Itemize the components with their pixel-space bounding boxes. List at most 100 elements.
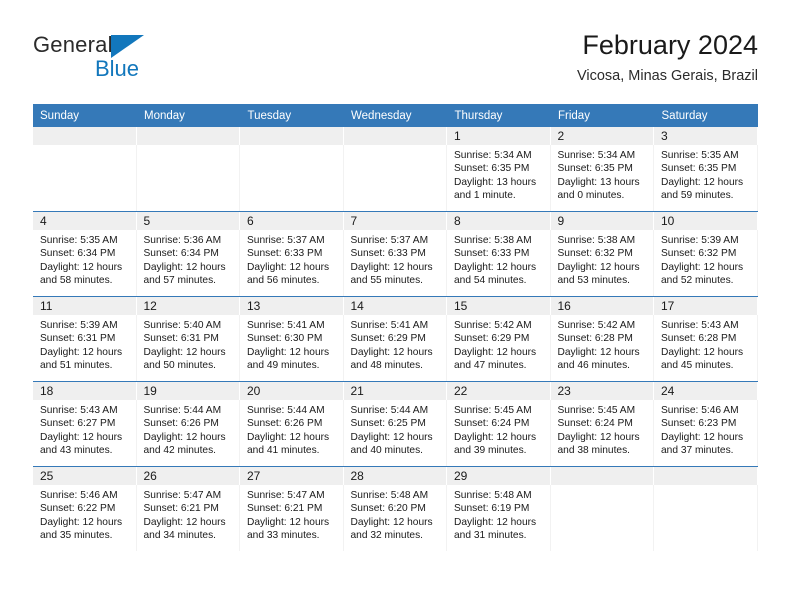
day-cell-inner: 15 Sunrise: 5:42 AM Sunset: 6:29 PM Dayligh…: [447, 297, 551, 381]
day-detail-line: Daylight: 12 hours: [661, 261, 744, 273]
day-cell-inner: 10 Sunrise: 5:39 AM Sunset: 6:32 PM Dayligh…: [654, 212, 758, 296]
day-details: [240, 145, 344, 211]
day-cell-inner: 13 Sunrise: 5:41 AM Sunset: 6:30 PM Dayligh…: [240, 297, 344, 381]
day-cell-inner: 26 Sunrise: 5:47 AM Sunset: 6:21 PM Dayligh…: [136, 467, 240, 551]
day-details: Sunrise: 5:41 AM Sunset: 6:29 PM Daylight:…: [344, 315, 447, 381]
calendar-day-cell[interactable]: 9 Sunrise: 5:38 AM Sunset: 6:32 PM Daylight…: [550, 211, 654, 297]
day-cell-inner: [240, 127, 344, 211]
calendar-day-cell[interactable]: 29 Sunrise: 5:48 AM Sunset: 6:19 PM Dayligh…: [447, 466, 551, 551]
logo-top-row: General: [33, 32, 213, 58]
calendar-header-row-group: Sunday Monday Tuesday Wednesday Thursday…: [33, 104, 758, 127]
calendar-day-cell[interactable]: 13 Sunrise: 5:41 AM Sunset: 6:30 PM Dayligh…: [240, 296, 344, 382]
calendar-week-row: 11 Sunrise: 5:39 AM Sunset: 6:31 PM Dayligh…: [33, 296, 758, 382]
weekday-header-thursday: Thursday: [447, 104, 551, 127]
day-number: 24: [654, 382, 758, 400]
day-detail-line: and 59 minutes.: [661, 190, 734, 202]
day-detail-line: Sunrise: 5:39 AM: [40, 320, 118, 331]
day-number: 7: [343, 212, 447, 230]
day-detail-line: Sunset: 6:26 PM: [247, 418, 323, 430]
day-details: Sunrise: 5:43 AM Sunset: 6:27 PM Daylight:…: [33, 400, 137, 466]
day-detail-line: Daylight: 12 hours: [143, 431, 226, 443]
day-details: Sunrise: 5:39 AM Sunset: 6:31 PM Daylight:…: [33, 315, 137, 381]
day-number: 19: [136, 382, 240, 400]
day-detail-line: Daylight: 12 hours: [143, 516, 226, 528]
day-number: 28: [343, 467, 447, 485]
day-detail-line: Sunrise: 5:48 AM: [454, 490, 532, 501]
calendar-day-cell-empty: [654, 466, 758, 551]
day-number: 21: [343, 382, 447, 400]
day-detail-line: Sunrise: 5:37 AM: [247, 235, 325, 246]
calendar-day-cell[interactable]: 27 Sunrise: 5:47 AM Sunset: 6:21 PM Dayligh…: [240, 466, 344, 551]
weekday-header-tuesday: Tuesday: [240, 104, 344, 127]
day-detail-line: Daylight: 12 hours: [661, 346, 744, 358]
day-detail-line: Sunset: 6:23 PM: [661, 418, 737, 430]
day-detail-line: Daylight: 12 hours: [247, 516, 330, 528]
calendar-day-cell[interactable]: 1 Sunrise: 5:34 AM Sunset: 6:35 PM Daylight…: [447, 127, 551, 212]
day-number: 16: [550, 297, 654, 315]
day-detail-line: Sunset: 6:21 PM: [247, 503, 323, 515]
calendar-day-cell[interactable]: 2 Sunrise: 5:34 AM Sunset: 6:35 PM Daylight…: [550, 127, 654, 212]
weekday-header-row: Sunday Monday Tuesday Wednesday Thursday…: [33, 104, 758, 127]
day-number: 14: [343, 297, 447, 315]
day-detail-line: Daylight: 12 hours: [40, 516, 123, 528]
calendar-day-cell[interactable]: 22 Sunrise: 5:45 AM Sunset: 6:24 PM Dayligh…: [447, 381, 551, 467]
day-cell-inner: 20 Sunrise: 5:44 AM Sunset: 6:26 PM Dayligh…: [240, 382, 344, 466]
calendar-day-cell[interactable]: 19 Sunrise: 5:44 AM Sunset: 6:26 PM Dayligh…: [136, 381, 240, 467]
day-detail-line: and 48 minutes.: [350, 360, 424, 372]
day-detail-line: Daylight: 12 hours: [143, 346, 226, 358]
day-number: 13: [240, 297, 344, 315]
calendar-day-cell[interactable]: 16 Sunrise: 5:42 AM Sunset: 6:28 PM Dayligh…: [550, 296, 654, 382]
calendar-day-cell[interactable]: 20 Sunrise: 5:44 AM Sunset: 6:26 PM Dayligh…: [240, 381, 344, 467]
calendar-day-cell[interactable]: 17 Sunrise: 5:43 AM Sunset: 6:28 PM Dayligh…: [654, 296, 758, 382]
weekday-header-monday: Monday: [136, 104, 241, 127]
day-number: [343, 127, 447, 145]
day-detail-line: Sunset: 6:29 PM: [454, 333, 530, 345]
day-detail-line: Sunrise: 5:47 AM: [247, 490, 325, 501]
calendar-day-cell[interactable]: 7 Sunrise: 5:37 AM Sunset: 6:33 PM Daylight…: [343, 211, 447, 297]
day-detail-line: Daylight: 12 hours: [454, 346, 537, 358]
calendar-day-cell[interactable]: 5 Sunrise: 5:36 AM Sunset: 6:34 PM Daylight…: [136, 211, 240, 297]
day-detail-line: Sunrise: 5:43 AM: [661, 320, 739, 331]
day-cell-inner: 16 Sunrise: 5:42 AM Sunset: 6:28 PM Dayligh…: [550, 297, 654, 381]
calendar-day-cell[interactable]: 25 Sunrise: 5:46 AM Sunset: 6:22 PM Dayligh…: [33, 466, 137, 551]
day-detail-line: Daylight: 12 hours: [454, 431, 537, 443]
day-number: 27: [240, 467, 344, 485]
calendar-day-cell[interactable]: 4 Sunrise: 5:35 AM Sunset: 6:34 PM Daylight…: [33, 211, 137, 297]
day-detail-line: Daylight: 12 hours: [247, 346, 330, 358]
day-number: 6: [240, 212, 344, 230]
day-cell-inner: 2 Sunrise: 5:34 AM Sunset: 6:35 PM Daylight…: [550, 127, 654, 211]
calendar-day-cell[interactable]: 21 Sunrise: 5:44 AM Sunset: 6:25 PM Dayligh…: [343, 381, 447, 467]
day-detail-line: and 49 minutes.: [247, 360, 320, 372]
day-detail-line: and 31 minutes.: [454, 530, 527, 542]
calendar-day-cell[interactable]: 23 Sunrise: 5:45 AM Sunset: 6:24 PM Dayligh…: [550, 381, 654, 467]
calendar-day-cell[interactable]: 18 Sunrise: 5:43 AM Sunset: 6:27 PM Dayligh…: [33, 381, 137, 467]
day-detail-line: Daylight: 12 hours: [454, 261, 537, 273]
day-details: Sunrise: 5:34 AM Sunset: 6:35 PM Daylight:…: [551, 145, 654, 211]
day-detail-line: Sunrise: 5:44 AM: [350, 405, 429, 416]
calendar-day-cell[interactable]: 3 Sunrise: 5:35 AM Sunset: 6:35 PM Daylight…: [654, 127, 758, 212]
day-details: Sunrise: 5:47 AM Sunset: 6:21 PM Daylight:…: [240, 485, 344, 551]
calendar-day-cell[interactable]: 11 Sunrise: 5:39 AM Sunset: 6:31 PM Dayligh…: [33, 296, 137, 382]
day-details: Sunrise: 5:44 AM Sunset: 6:26 PM Daylight:…: [137, 400, 240, 466]
day-detail-line: Daylight: 12 hours: [350, 431, 433, 443]
day-detail-line: Daylight: 12 hours: [557, 346, 640, 358]
calendar-day-cell-empty: [240, 127, 344, 212]
day-detail-line: Sunset: 6:24 PM: [454, 418, 530, 430]
calendar-day-cell[interactable]: 15 Sunrise: 5:42 AM Sunset: 6:29 PM Dayligh…: [447, 296, 551, 382]
day-detail-line: Daylight: 12 hours: [247, 261, 330, 273]
day-detail-line: Sunset: 6:28 PM: [661, 333, 737, 345]
calendar-week-row: 25 Sunrise: 5:46 AM Sunset: 6:22 PM Dayligh…: [33, 466, 758, 551]
calendar-day-cell[interactable]: 14 Sunrise: 5:41 AM Sunset: 6:29 PM Dayligh…: [343, 296, 447, 382]
calendar-day-cell[interactable]: 8 Sunrise: 5:38 AM Sunset: 6:33 PM Daylight…: [447, 211, 551, 297]
calendar-day-cell[interactable]: 26 Sunrise: 5:47 AM Sunset: 6:21 PM Dayligh…: [136, 466, 240, 551]
calendar-day-cell[interactable]: 12 Sunrise: 5:40 AM Sunset: 6:31 PM Dayligh…: [136, 296, 240, 382]
calendar-day-cell[interactable]: 10 Sunrise: 5:39 AM Sunset: 6:32 PM Dayligh…: [654, 211, 758, 297]
day-cell-inner: [343, 127, 447, 211]
calendar-day-cell[interactable]: 28 Sunrise: 5:48 AM Sunset: 6:20 PM Dayligh…: [343, 466, 447, 551]
calendar-day-cell[interactable]: 6 Sunrise: 5:37 AM Sunset: 6:33 PM Daylight…: [240, 211, 344, 297]
day-detail-line: and 40 minutes.: [350, 445, 424, 457]
day-detail-line: Daylight: 12 hours: [557, 431, 640, 443]
calendar-day-cell[interactable]: 24 Sunrise: 5:46 AM Sunset: 6:23 PM Dayligh…: [654, 381, 758, 467]
day-details: [344, 145, 447, 211]
day-detail-line: Sunset: 6:24 PM: [557, 418, 633, 430]
